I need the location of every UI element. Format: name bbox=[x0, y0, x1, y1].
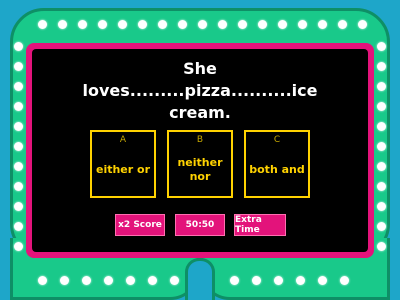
marquee-bulb bbox=[58, 20, 67, 29]
marquee-bulb bbox=[82, 276, 91, 285]
answer-option-a[interactable]: A either or bbox=[90, 130, 156, 198]
answer-text: both and bbox=[249, 163, 305, 176]
question-line-1: She bbox=[183, 59, 217, 78]
marquee-bulb bbox=[377, 182, 386, 191]
answer-text: either or bbox=[95, 163, 151, 176]
marquee-bulb bbox=[148, 276, 157, 285]
answer-text: neither nor bbox=[177, 156, 223, 183]
answer-option-b[interactable]: B neither nor bbox=[167, 130, 233, 198]
marquee-bulb bbox=[377, 62, 386, 71]
marquee-bulb bbox=[340, 276, 349, 285]
marquee-bulb bbox=[138, 20, 147, 29]
marquee-bulb bbox=[198, 20, 207, 29]
extra-time-button[interactable]: Extra Time bbox=[234, 214, 286, 236]
game-stage: She loves.........pizza..........ice cre… bbox=[0, 0, 400, 300]
marquee-bulb bbox=[338, 20, 347, 29]
marquee-bulb bbox=[14, 142, 23, 151]
marquee-bulb bbox=[14, 82, 23, 91]
fifty-fifty-button[interactable]: 50:50 bbox=[175, 214, 225, 236]
answer-letter: C bbox=[273, 135, 281, 145]
marquee-bulb bbox=[14, 202, 23, 211]
question-line-3: cream. bbox=[169, 103, 231, 122]
answer-letter: B bbox=[196, 135, 204, 145]
answer-letter: A bbox=[119, 135, 127, 145]
marquee-bulb bbox=[14, 122, 23, 131]
marquee-bulb bbox=[158, 20, 167, 29]
marquee-bulb bbox=[14, 162, 23, 171]
marquee-bulb bbox=[14, 242, 23, 251]
marquee-bulb bbox=[318, 276, 327, 285]
marquee-bulb bbox=[98, 20, 107, 29]
marquee-bulb bbox=[38, 20, 47, 29]
marquee-bulb bbox=[126, 276, 135, 285]
marquee-bulb bbox=[377, 82, 386, 91]
marquee-bulb bbox=[377, 222, 386, 231]
marquee-bulb bbox=[258, 20, 267, 29]
marquee-bulb bbox=[118, 20, 127, 29]
marquee-bulb bbox=[14, 102, 23, 111]
marquee-bulb bbox=[377, 162, 386, 171]
marquee-bulb bbox=[358, 20, 367, 29]
marquee-bulb bbox=[278, 20, 287, 29]
marquee-bulb bbox=[377, 102, 386, 111]
marquee-bulb bbox=[377, 142, 386, 151]
question-text: She loves.........pizza..........ice cre… bbox=[40, 58, 360, 124]
marquee-bulb bbox=[14, 62, 23, 71]
marquee-bulb bbox=[318, 20, 327, 29]
marquee-bulb bbox=[60, 276, 69, 285]
question-line-2: loves.........pizza..........ice bbox=[82, 81, 318, 100]
marquee-bulb bbox=[230, 276, 239, 285]
marquee-bulb bbox=[252, 276, 261, 285]
double-score-button[interactable]: x2 Score bbox=[115, 214, 165, 236]
marquee-bulb bbox=[377, 202, 386, 211]
marquee-bulb bbox=[104, 276, 113, 285]
marquee-bulb bbox=[38, 276, 47, 285]
marquee-bulb bbox=[78, 20, 87, 29]
answer-option-c[interactable]: C both and bbox=[244, 130, 310, 198]
marquee-bulb bbox=[178, 20, 187, 29]
marquee-bulb bbox=[238, 20, 247, 29]
marquee-bulb bbox=[14, 222, 23, 231]
marquee-bulb bbox=[274, 276, 283, 285]
marquee-bulb bbox=[298, 20, 307, 29]
marquee-bulb bbox=[14, 182, 23, 191]
marquee-bulb bbox=[170, 276, 179, 285]
marquee-bulb bbox=[377, 42, 386, 51]
marquee-bulb bbox=[218, 20, 227, 29]
frame-notch bbox=[185, 258, 215, 300]
marquee-bulb bbox=[377, 242, 386, 251]
marquee-bulb bbox=[296, 276, 305, 285]
marquee-bulb bbox=[14, 42, 23, 51]
marquee-bulb bbox=[377, 122, 386, 131]
